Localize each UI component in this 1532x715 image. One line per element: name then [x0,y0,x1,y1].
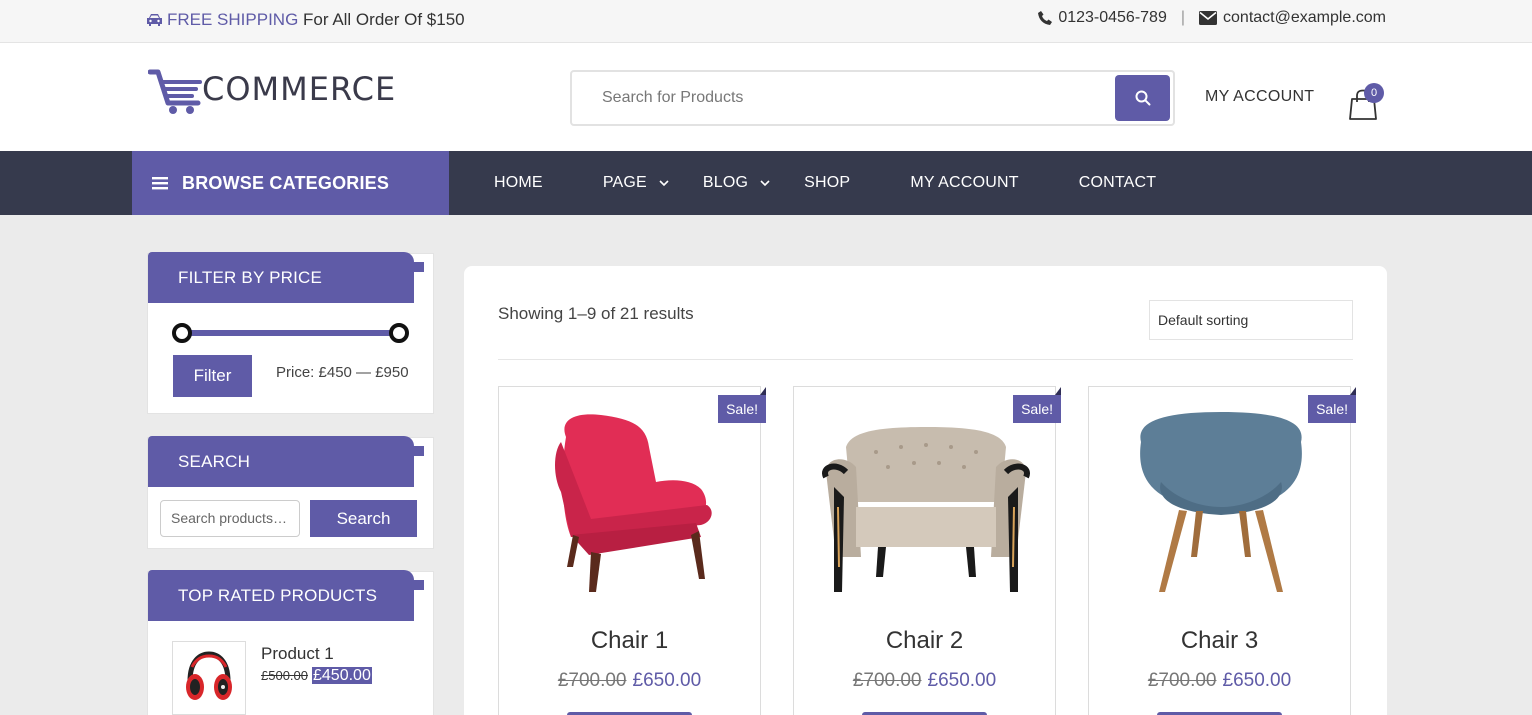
tufted-armchair-image [821,427,1030,592]
top-bar: FREE SHIPPING For All Order Of $150 0123… [0,0,1532,43]
nav-home[interactable]: HOME [494,174,543,192]
shipping-highlight: FREE SHIPPING [167,10,299,29]
phone-icon [1038,11,1053,25]
header-my-account-link[interactable]: MY ACCOUNT [1205,88,1314,106]
product-search-button[interactable] [1115,75,1170,121]
divider [498,359,1353,360]
price-max-handle[interactable] [389,323,409,343]
car-icon [147,14,162,26]
contact-separator: | [1180,9,1186,26]
sorting-select[interactable]: Default sorting [1149,300,1353,340]
cart-logo-icon [148,69,202,114]
headphones-image [186,651,232,700]
product-old-price: £700.00 [852,670,922,691]
envelope-icon [1199,11,1218,25]
product-new-price: £650.00 [927,670,997,691]
nav-contact[interactable]: CONTACT [1079,174,1157,192]
search-icon [1135,90,1150,106]
filter-by-price-widget: FILTER BY PRICE Filter Price: £450 — £95… [147,252,434,414]
price-range-track [180,330,402,336]
blue-chair-image [1139,412,1302,592]
site-logo[interactable]: COMMERCE [148,67,396,115]
price-min-handle[interactable] [172,323,192,343]
nav-page-label: PAGE [602,174,647,191]
product-card[interactable]: Sale! Chair 3 £700.00 £650.00 [1088,386,1356,715]
nav-shop-label: SHOP [804,174,851,191]
price-range-slider[interactable] [172,323,409,343]
product-price: £700.00 £650.00 [794,670,1055,692]
nav-my-account-label: MY ACCOUNT [910,174,1019,191]
product-old-price: £700.00 [1147,670,1217,691]
nav-home-label: HOME [494,174,543,191]
chevron-down-icon [760,179,770,186]
nav-contact-label: CONTACT [1078,174,1157,191]
phone-number[interactable]: 0123-0456-789 [1058,9,1167,27]
price-range-label: Price: £450 — £950 [276,364,409,381]
red-armchair-image [554,414,712,592]
contact-info: 0123-0456-789 | contact@example.com [1038,9,1386,27]
nav-page[interactable]: PAGE [603,174,669,192]
top-rated-product-thumbnail[interactable] [172,641,246,715]
logo-text: COMMERCE [202,70,397,108]
cart-button[interactable]: 0 [1348,83,1384,120]
product-image[interactable] [1099,397,1342,607]
hamburger-icon [152,177,168,190]
filter-by-price-title: FILTER BY PRICE [148,252,424,303]
shipping-text: For All Order Of $150 [298,10,465,29]
product-price: £700.00 £650.00 [1089,670,1350,692]
site-header: COMMERCE MY ACCOUNT 0 [0,43,1532,151]
browse-categories-button[interactable]: BROWSE CATEGORIES [132,151,449,215]
top-rated-product-prices: £500.00 £450.00 [261,667,372,685]
product-price: £700.00 £650.00 [499,670,760,692]
product-old-price: £700.00 [557,670,627,691]
product-card[interactable]: Sale! Chair 1 £700.00 £650.00 [498,386,766,715]
sidebar-search-button[interactable]: Search [310,500,417,537]
chevron-down-icon [659,179,669,186]
nav-blog-label: BLOG [702,174,749,191]
product-image[interactable] [804,397,1047,607]
main-navigation: BROWSE CATEGORIES HOME PAGE BLOG SHOP MY… [0,151,1532,215]
search-widget: SEARCH Search products… Search [147,436,434,549]
top-rated-title: TOP RATED PRODUCTS [148,570,424,621]
product-search-input[interactable] [586,82,1106,114]
product-search [570,70,1175,126]
shipping-notice: FREE SHIPPING For All Order Of $150 [146,10,465,30]
search-widget-title: SEARCH [148,436,424,487]
product-listing: Showing 1–9 of 21 results Default sortin… [464,266,1387,715]
browse-categories-label: BROWSE CATEGORIES [182,172,390,193]
product-card[interactable]: Sale! Chair 2 £700.00 £650.00 [793,386,1061,715]
top-rated-old-price: £500.00 [261,668,308,683]
nav-blog[interactable]: BLOG [703,174,770,192]
results-count: Showing 1–9 of 21 results [498,304,694,323]
product-new-price: £650.00 [632,670,702,691]
nav-my-account[interactable]: MY ACCOUNT [910,174,1018,192]
top-rated-product-name[interactable]: Product 1 [261,644,334,664]
sidebar-search-input[interactable]: Search products… [160,500,300,537]
nav-shop[interactable]: SHOP [804,174,850,192]
filter-button[interactable]: Filter [173,355,252,397]
cart-count-badge: 0 [1364,83,1384,103]
top-rated-widget: TOP RATED PRODUCTS Product 1 £500.00 £450… [147,570,434,715]
product-new-price: £650.00 [1222,670,1292,691]
product-name[interactable]: Chair 1 [499,627,760,655]
product-name[interactable]: Chair 3 [1089,627,1350,655]
product-name[interactable]: Chair 2 [794,627,1055,655]
email-address[interactable]: contact@example.com [1223,9,1386,27]
top-rated-new-price: £450.00 [312,667,372,684]
product-image[interactable] [509,397,752,607]
